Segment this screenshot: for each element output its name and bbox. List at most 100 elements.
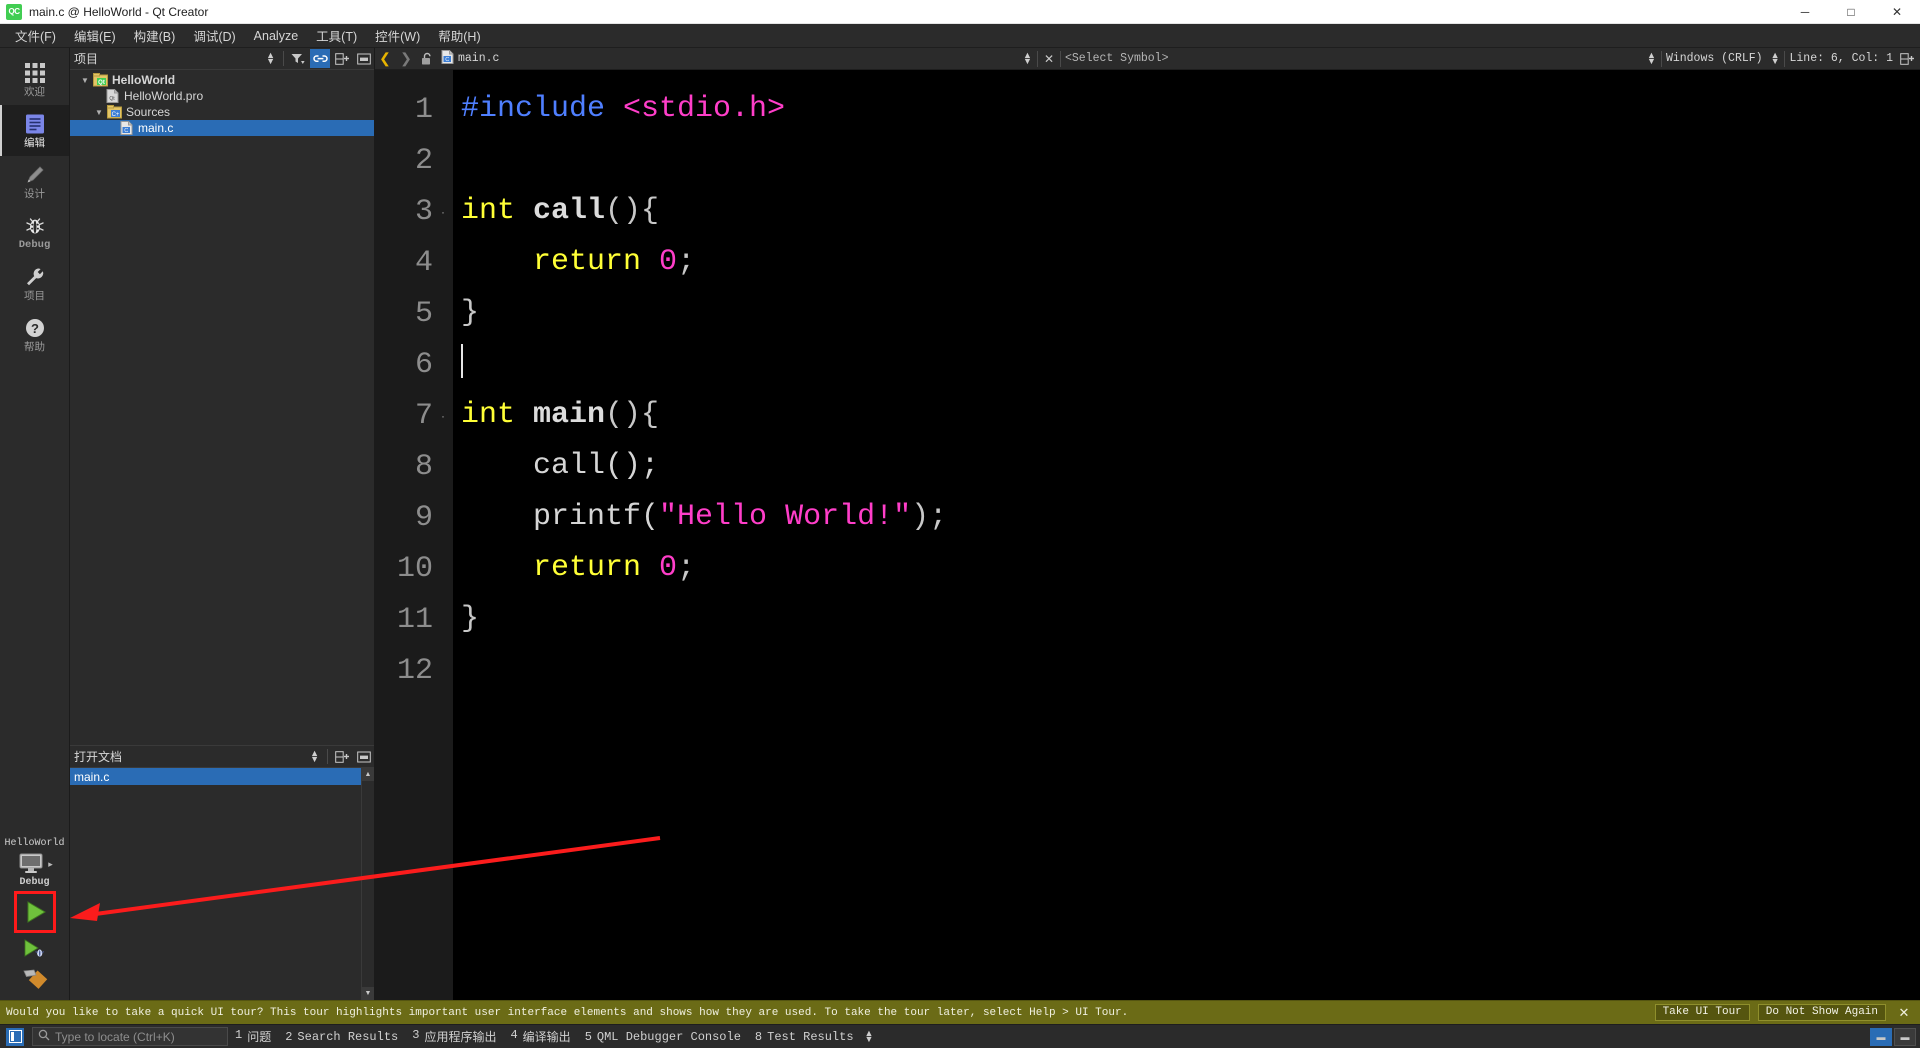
split-icon[interactable] [332, 49, 352, 68]
code-line-3[interactable]: int call(){ [461, 186, 1920, 237]
close-dock-icon[interactable] [354, 49, 374, 68]
line-number: 5 [414, 296, 433, 331]
mode-item-edit[interactable]: 编辑 [0, 105, 69, 156]
code-line-1[interactable]: #include <stdio.h> [461, 84, 1920, 135]
fold-marker[interactable]: · [437, 409, 449, 423]
pane-index: 1 [235, 1028, 243, 1042]
menu-tools[interactable]: 工具(T) [307, 23, 366, 48]
mode-item-design[interactable]: 设计 [0, 156, 69, 207]
line-number-7: 7 · [375, 390, 453, 441]
mode-item-help[interactable]: ? 帮助 [0, 309, 69, 360]
line-ending-spinner[interactable]: ▲ ▼ [1643, 51, 1660, 65]
fold-marker[interactable]: · [437, 205, 449, 219]
navigate-forward-button[interactable]: ❯ [396, 49, 416, 69]
output-pane-button-right[interactable]: ▬ [1894, 1027, 1916, 1046]
output-pane-button-left[interactable]: ▬ [1870, 1027, 1892, 1046]
bug-icon [23, 214, 47, 238]
output-pane-qml-debugger-console[interactable]: 5 QML Debugger Console [578, 1030, 748, 1044]
minimize-button[interactable]: ─ [1782, 0, 1828, 23]
mode-label-projects: 项目 [24, 290, 45, 303]
code-line-4[interactable]: return 0; [461, 237, 1920, 288]
editor-file-combo[interactable]: C main.c [438, 49, 1018, 69]
svg-text:Qt: Qt [109, 96, 115, 102]
code-line-8[interactable]: call(); [461, 441, 1920, 492]
close-dock-icon[interactable] [354, 747, 374, 766]
link-icon[interactable] [310, 49, 330, 68]
output-pane-compile-output[interactable]: 4 编译输出 [503, 1028, 577, 1045]
cursor-position-label: Line: 6, Col: 1 [1789, 52, 1894, 65]
open-document-item-main-c[interactable]: main.c [70, 768, 361, 785]
do-not-show-again-button[interactable]: Do Not Show Again [1757, 1004, 1886, 1021]
menu-analyze[interactable]: Analyze [245, 26, 307, 46]
menu-help[interactable]: 帮助(H) [429, 23, 489, 48]
menu-debug[interactable]: 调试(D) [184, 23, 244, 48]
build-button[interactable] [18, 964, 52, 994]
navigate-back-button[interactable]: ❮ [375, 49, 395, 69]
mode-label-design: 设计 [24, 188, 45, 201]
code-line-9[interactable]: printf("Hello World!"); [461, 492, 1920, 543]
code-token: call [533, 194, 606, 228]
line-ending-combo[interactable]: Windows (CRLF) [1663, 49, 1766, 69]
tree-item-helloworld-pro[interactable]: Qt HelloWorld.pro [70, 88, 374, 104]
code-token: main [533, 398, 606, 432]
scroll-track[interactable] [362, 781, 374, 987]
svg-text:C: C [124, 128, 128, 134]
scroll-up-icon[interactable]: ▲ [362, 768, 374, 781]
split-editor-icon[interactable] [1897, 49, 1918, 69]
code-line-11[interactable]: } [461, 594, 1920, 645]
code-editor[interactable]: 1 2 3 · 4 5 6 7 · 8 9 10 11 12 #include <stdio.h> int… [375, 70, 1920, 1000]
sidebar-toggle-icon[interactable] [6, 1027, 24, 1046]
code-text[interactable]: #include <stdio.h> int call(){ return 0;… [453, 70, 1920, 1000]
close-banner-icon[interactable]: ✕ [1894, 1005, 1914, 1021]
code-line-2[interactable] [461, 135, 1920, 186]
mode-item-debug[interactable]: Debug [0, 207, 69, 258]
close-editor-button[interactable]: ✕ [1039, 49, 1059, 69]
c-file-icon: C [118, 121, 134, 135]
scroll-down-icon[interactable]: ▼ [362, 987, 374, 1000]
run-button[interactable] [13, 891, 56, 933]
code-line-12[interactable] [461, 645, 1920, 696]
tree-item-sources[interactable]: ▼ C+ Sources [70, 104, 374, 120]
chevron-down-icon[interactable]: ▼ [78, 76, 92, 85]
encoding-spinner[interactable]: ▲ ▼ [1767, 51, 1784, 65]
menu-window[interactable]: 控件(W) [366, 23, 429, 48]
mode-item-welcome[interactable]: 欢迎 [0, 54, 69, 105]
line-number: 1 [414, 92, 433, 127]
tree-item-helloworld[interactable]: ▼ Qt HelloWorld [70, 72, 374, 88]
menu-bar: 文件(F) 编辑(E) 构建(B) 调试(D) Analyze 工具(T) 控件… [0, 24, 1920, 48]
project-dock-selector[interactable]: ▲ ▼ [262, 51, 279, 65]
take-ui-tour-button[interactable]: Take UI Tour [1654, 1004, 1750, 1021]
locator-input[interactable]: Type to locate (Ctrl+K) [32, 1027, 228, 1046]
filter-icon[interactable] [288, 49, 308, 68]
menu-file[interactable]: 文件(F) [6, 23, 65, 48]
symbol-combo[interactable]: <Select Symbol> [1062, 49, 1642, 69]
output-pane-search-results[interactable]: 2 Search Results [278, 1030, 405, 1044]
c-file-icon: C [441, 49, 454, 68]
tree-item-main-c[interactable]: C main.c [70, 120, 374, 136]
open-documents-scrollbar[interactable]: ▲ ▼ [361, 768, 374, 1000]
code-line-5[interactable]: } [461, 288, 1920, 339]
output-pane-test-results[interactable]: 8 Test Results [748, 1030, 861, 1044]
close-button[interactable]: ✕ [1874, 0, 1920, 23]
kit-selector: HelloWorld ▸ Debug [0, 838, 69, 1000]
code-line-6[interactable] [461, 339, 1920, 390]
text-cursor [461, 344, 463, 378]
menu-edit[interactable]: 编辑(E) [65, 23, 125, 48]
split-icon[interactable] [332, 747, 352, 766]
output-pane-application-output[interactable]: 3 应用程序输出 [405, 1028, 503, 1045]
line-number: 2 [414, 143, 433, 178]
output-pane-selector[interactable]: ▲ ▼ [861, 1029, 878, 1043]
editor-file-spinner[interactable]: ▲ ▼ [1019, 51, 1036, 65]
menu-build[interactable]: 构建(B) [125, 23, 185, 48]
debug-run-button[interactable] [18, 934, 52, 964]
output-pane-issues[interactable]: 1 问题 [228, 1028, 278, 1045]
unlocked-icon[interactable] [417, 49, 437, 69]
open-documents-selector[interactable]: ▲ ▼ [306, 749, 323, 763]
maximize-button[interactable]: □ [1828, 0, 1874, 23]
chevron-down-icon[interactable]: ▼ [92, 108, 106, 117]
mode-item-projects[interactable]: 项目 [0, 258, 69, 309]
code-line-7[interactable]: int main(){ [461, 390, 1920, 441]
desktop-icon [19, 853, 43, 873]
code-line-10[interactable]: return 0; [461, 543, 1920, 594]
kit-target-button[interactable]: ▸ [16, 851, 53, 877]
